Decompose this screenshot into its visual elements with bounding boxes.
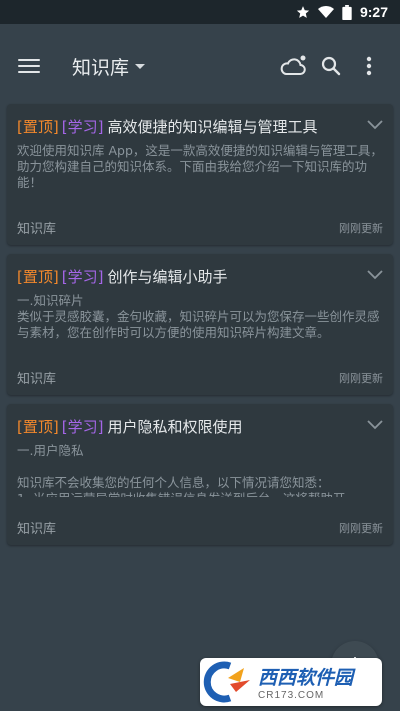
note-updated: 刚刚更新 bbox=[339, 521, 383, 535]
dropdown-caret-icon bbox=[135, 63, 146, 69]
note-card[interactable]: [置顶] [学习] 创作与编辑小助手 一.知识碎片 类似于灵感胶囊，金句收藏，知… bbox=[7, 254, 393, 395]
status-time: 9:27 bbox=[359, 4, 388, 20]
note-updated: 刚刚更新 bbox=[339, 371, 383, 385]
note-preview: 一.用户隐私 知识库不会收集您的任何个人信息，以下情况请您知悉： 1. 当应用运… bbox=[17, 443, 345, 497]
star-icon bbox=[296, 6, 310, 18]
watermark-logo: 西西软件园 CR173.COM bbox=[200, 658, 382, 706]
pin-tag: [置顶] bbox=[17, 118, 59, 136]
status-bar: 9:27 bbox=[0, 0, 400, 24]
library-selector[interactable]: 知识库 bbox=[72, 53, 146, 80]
note-preview: 欢迎使用知识库 App，这是一款高效便捷的知识编辑与管理工具，助力您构建自己的知… bbox=[17, 143, 383, 190]
chevron-down-icon[interactable] bbox=[367, 120, 383, 130]
note-folder: 知识库 bbox=[17, 522, 57, 537]
notes-list: [置顶] [学习] 高效便捷的知识编辑与管理工具 欢迎使用知识库 App，这是一… bbox=[7, 104, 393, 554]
category-tag: [学习] bbox=[61, 118, 104, 136]
watermark-subtext: CR173.COM bbox=[258, 690, 325, 701]
note-card[interactable]: [置顶] [学习] 用户隐私和权限使用 一.用户隐私 知识库不会收集您的任何个人… bbox=[7, 404, 393, 545]
chevron-down-icon[interactable] bbox=[367, 270, 383, 280]
note-card[interactable]: [置顶] [学习] 高效便捷的知识编辑与管理工具 欢迎使用知识库 App，这是一… bbox=[7, 104, 393, 245]
chevron-down-icon[interactable] bbox=[367, 420, 383, 430]
watermark-text: 西西软件园 bbox=[258, 667, 354, 689]
watermark-mark-icon bbox=[200, 658, 258, 706]
more-vert-icon[interactable] bbox=[352, 49, 386, 83]
cloud-sync-icon[interactable] bbox=[276, 49, 310, 83]
category-tag: [学习] bbox=[61, 418, 104, 436]
pin-tag: [置顶] bbox=[17, 418, 59, 436]
note-title: 高效便捷的知识编辑与管理工具 bbox=[107, 118, 318, 136]
note-folder: 知识库 bbox=[17, 372, 57, 387]
search-icon[interactable] bbox=[314, 49, 348, 83]
note-title: 用户隐私和权限使用 bbox=[107, 418, 243, 436]
pin-tag: [置顶] bbox=[17, 268, 59, 286]
app-toolbar: 知识库 bbox=[0, 24, 400, 108]
wifi-icon bbox=[317, 6, 334, 18]
note-preview: 一.知识碎片 类似于灵感胶囊，金句收藏，知识碎片可以为您保存一些创作灵感与素材，… bbox=[17, 293, 380, 340]
category-tag: [学习] bbox=[61, 268, 104, 286]
battery-icon bbox=[342, 4, 352, 20]
menu-icon[interactable] bbox=[18, 55, 40, 77]
note-title: 创作与编辑小助手 bbox=[107, 268, 228, 286]
note-updated: 刚刚更新 bbox=[339, 221, 383, 235]
toolbar-title: 知识库 bbox=[72, 56, 130, 79]
note-folder: 知识库 bbox=[17, 222, 57, 237]
